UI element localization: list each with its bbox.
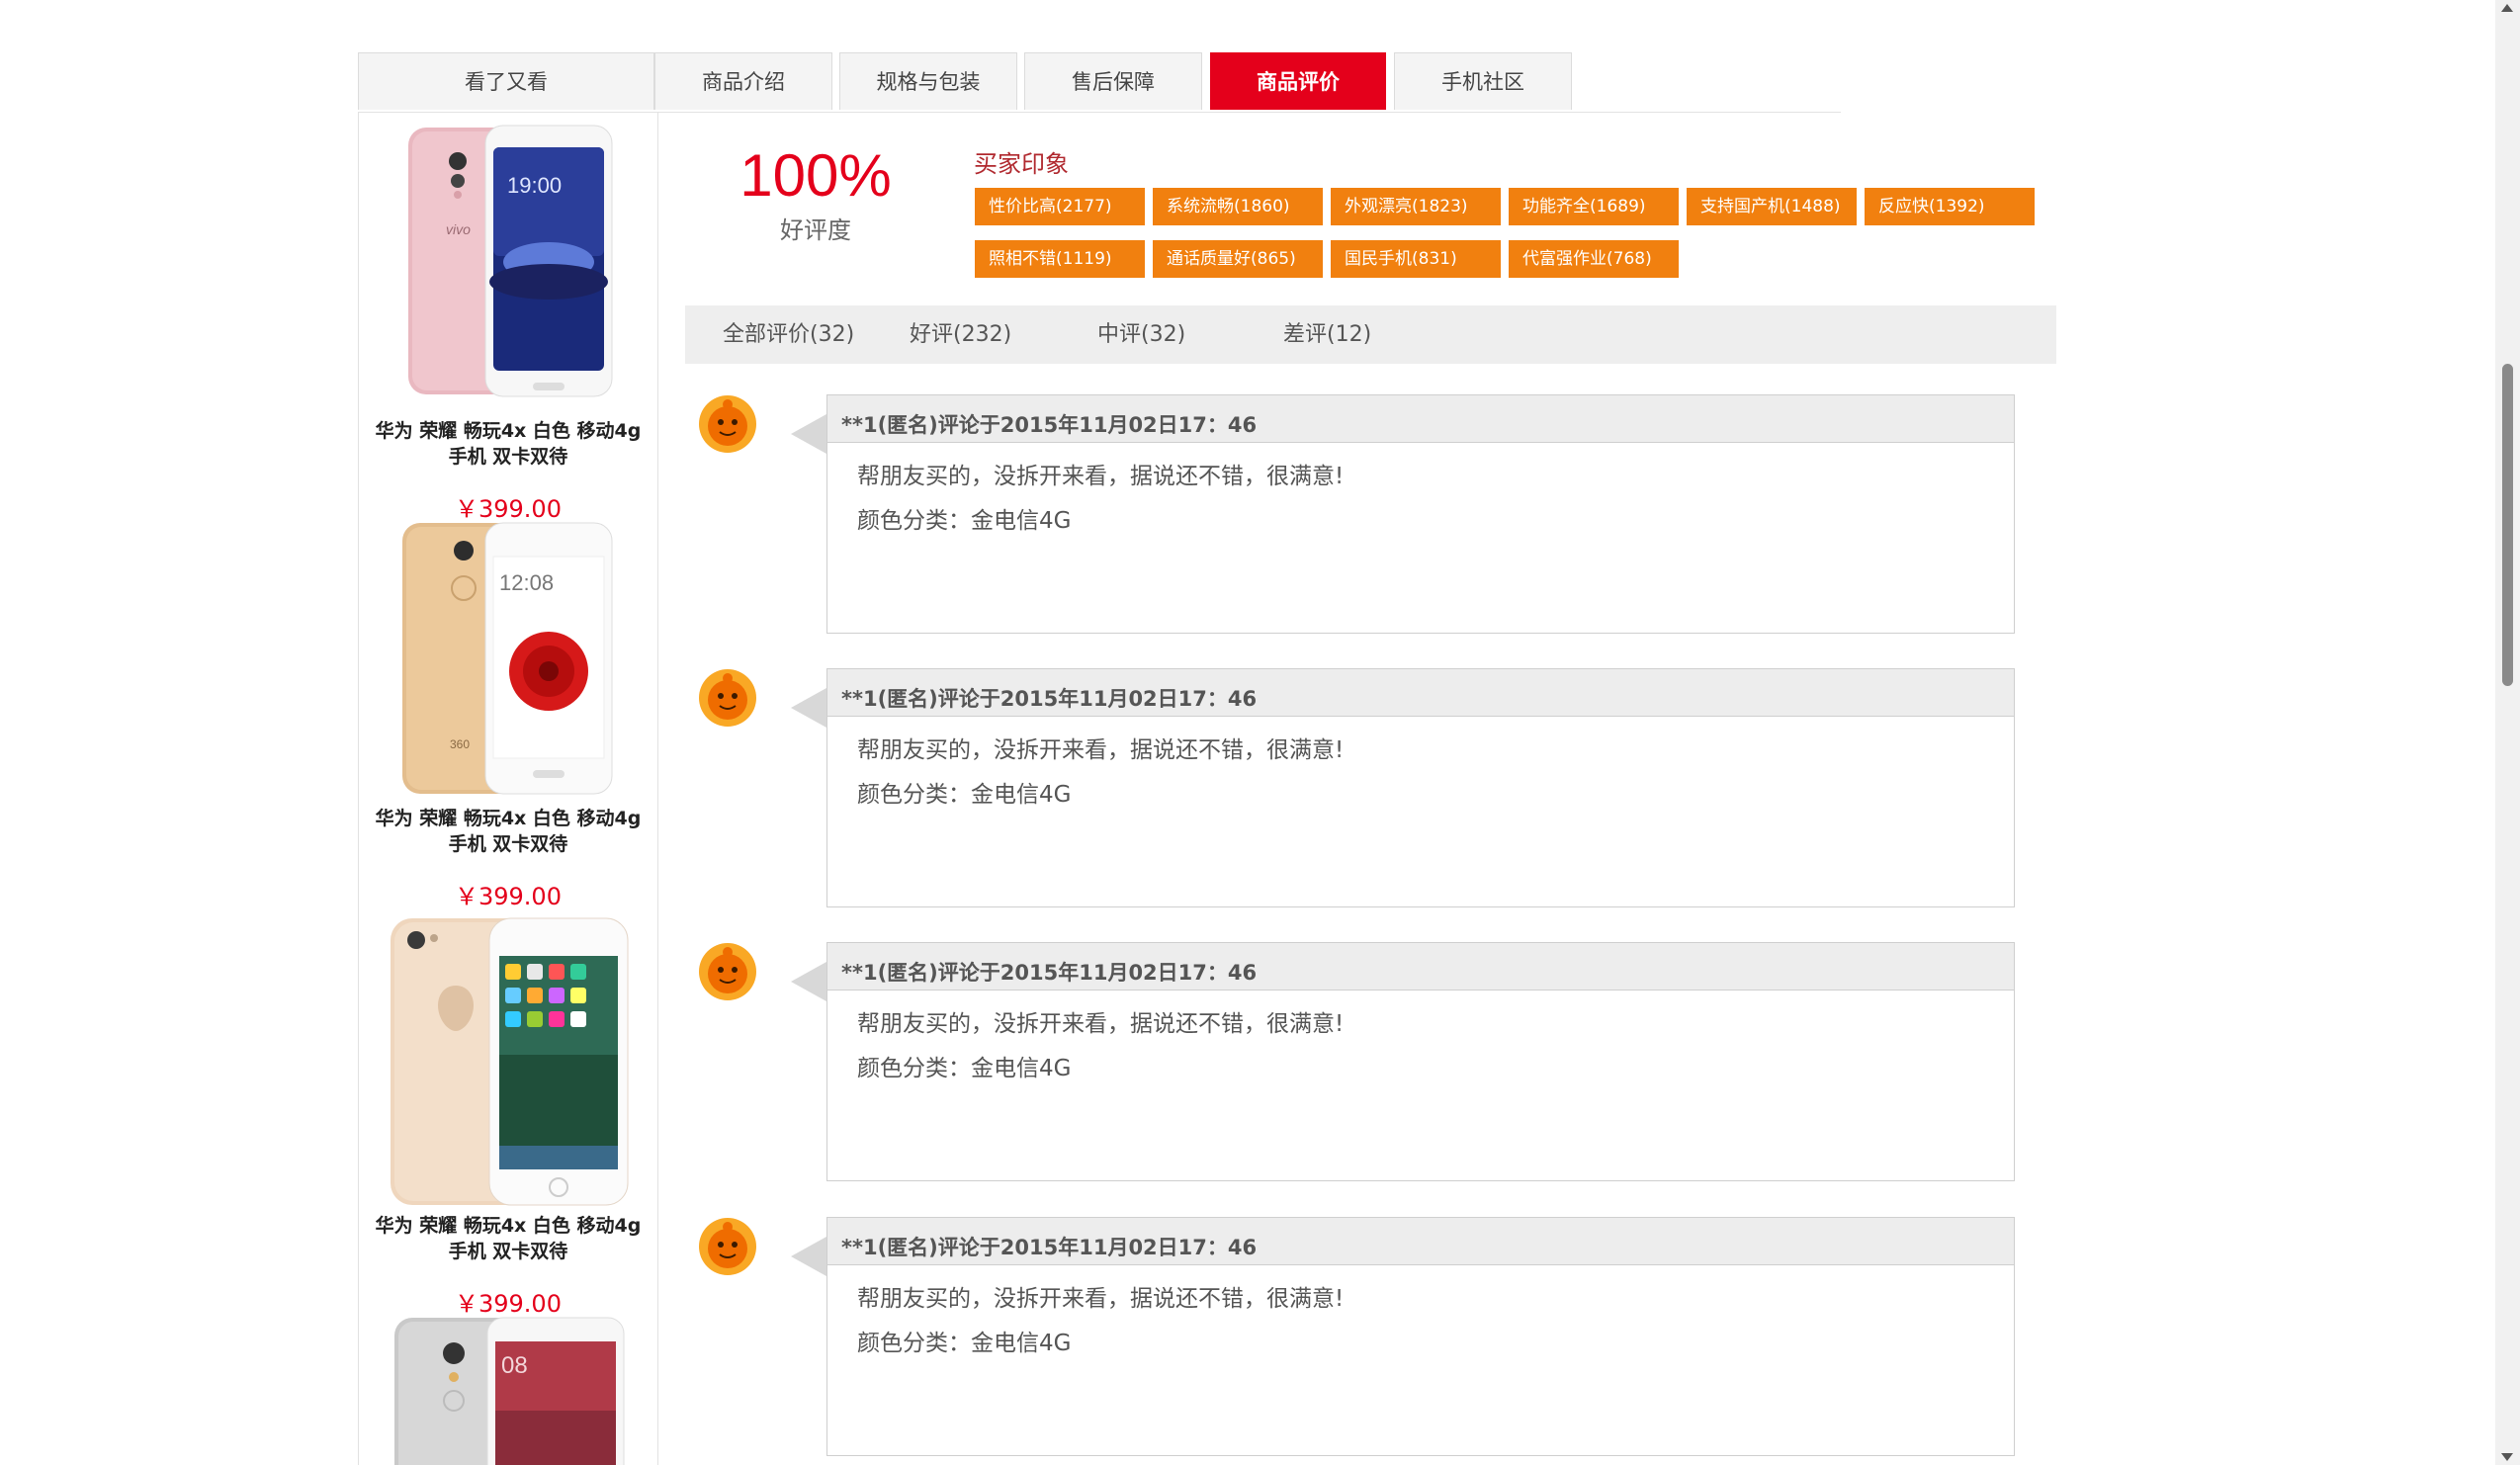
impression-tag[interactable]: 功能齐全(1689)	[1509, 188, 1679, 225]
review-text: 帮朋友买的，没拆开来看，据说还不错，很满意!	[857, 737, 1345, 763]
recommended-product[interactable]: 华为 荣耀 畅玩4x 白色 移动4g手机 双卡双待 ￥399.00	[359, 916, 657, 1318]
user-avatar-icon	[699, 395, 756, 453]
review-text: 帮朋友买的，没拆开来看，据说还不错，很满意!	[857, 1011, 1345, 1037]
filter-negative-reviews[interactable]: 差评(12)	[1283, 305, 1371, 364]
impression-tag[interactable]: 性价比高(2177)	[975, 188, 1145, 225]
filter-positive-reviews[interactable]: 好评(232)	[910, 305, 1011, 364]
filter-neutral-reviews[interactable]: 中评(32)	[1097, 305, 1185, 364]
user-avatar-icon	[699, 943, 756, 1000]
impression-tag[interactable]: 代富强作业(768)	[1509, 240, 1679, 278]
review-item: **1(匿名)评论于2015年11月02日17：46 帮朋友买的，没拆开来看，据…	[692, 942, 2017, 1184]
svg-text:19:00: 19:00	[507, 173, 562, 198]
scroll-up-arrow-icon[interactable]	[2501, 4, 2513, 12]
page-scrollbar[interactable]	[2495, 0, 2520, 1465]
tab-phone-community[interactable]: 手机社区	[1394, 52, 1572, 110]
product-name[interactable]: 华为 荣耀 畅玩4x 白色 移动4g手机 双卡双待	[369, 806, 648, 857]
product-name[interactable]: 华为 荣耀 畅玩4x 白色 移动4g手机 双卡双待	[369, 418, 648, 470]
tab-reviews[interactable]: 商品评价	[1210, 52, 1386, 110]
scroll-down-arrow-icon[interactable]	[2501, 1453, 2513, 1461]
review-color-variant: 颜色分类：金电信4G	[857, 508, 1072, 534]
positive-rate-label: 好评度	[780, 216, 851, 244]
svg-text:vivo: vivo	[446, 221, 471, 237]
review-pointer	[791, 1237, 826, 1276]
impression-tag[interactable]: 照相不错(1119)	[975, 240, 1145, 278]
user-avatar-icon	[699, 1218, 756, 1275]
review-box: **1(匿名)评论于2015年11月02日17：46 帮朋友买的，没拆开来看，据…	[826, 394, 2015, 634]
phone-image-icon[interactable]: 08	[391, 1316, 628, 1465]
review-text: 帮朋友买的，没拆开来看，据说还不错，很满意!	[857, 1286, 1345, 1312]
buyer-impressions-title: 买家印象	[974, 150, 1069, 178]
recommended-product[interactable]: vivo 19:00 华为 荣耀 畅玩4x 白色 移动4g手机 双卡双待 ￥39…	[359, 124, 657, 523]
review-header: **1(匿名)评论于2015年11月02日17：46	[827, 1218, 2014, 1265]
review-color-variant: 颜色分类：金电信4G	[857, 1056, 1072, 1081]
impression-tag[interactable]: 反应快(1392)	[1865, 188, 2035, 225]
recommended-product[interactable]: 08	[359, 1316, 657, 1465]
review-text: 帮朋友买的，没拆开来看，据说还不错，很满意!	[857, 464, 1345, 489]
review-filter-bar: 全部评价(32) 好评(232) 中评(32) 差评(12)	[685, 305, 2056, 364]
svg-text:360: 360	[450, 737, 470, 751]
review-item: **1(匿名)评论于2015年11月02日17：46 帮朋友买的，没拆开来看，据…	[692, 394, 2017, 637]
review-box: **1(匿名)评论于2015年11月02日17：46 帮朋友买的，没拆开来看，据…	[826, 668, 2015, 907]
phone-image-icon[interactable]: 360 12:08	[398, 521, 616, 798]
user-avatar-icon	[699, 669, 756, 727]
review-pointer	[791, 962, 826, 1001]
product-name[interactable]: 华为 荣耀 畅玩4x 白色 移动4g手机 双卡双待	[369, 1213, 648, 1264]
svg-text:08: 08	[501, 1352, 528, 1379]
review-color-variant: 颜色分类：金电信4G	[857, 1331, 1072, 1356]
impression-tag[interactable]: 支持国产机(1488)	[1687, 188, 1857, 225]
filter-all-reviews[interactable]: 全部评价(32)	[723, 305, 854, 364]
review-item: **1(匿名)评论于2015年11月02日17：46 帮朋友买的，没拆开来看，据…	[692, 668, 2017, 910]
product-price: ￥399.00	[455, 883, 562, 910]
review-pointer	[791, 414, 826, 454]
recommended-product[interactable]: 360 12:08 华为 荣耀 畅玩4x 白色 移动4g手机 双卡双待 ￥399…	[359, 521, 657, 910]
review-header: **1(匿名)评论于2015年11月02日17：46	[827, 669, 2014, 717]
review-pointer	[791, 688, 826, 728]
phone-image-icon[interactable]	[387, 916, 632, 1207]
review-header: **1(匿名)评论于2015年11月02日17：46	[827, 943, 2014, 991]
impression-tag[interactable]: 国民手机(831)	[1331, 240, 1501, 278]
review-header: **1(匿名)评论于2015年11月02日17：46	[827, 395, 2014, 443]
tab-after-sales[interactable]: 售后保障	[1024, 52, 1202, 110]
positive-rate-percent: 100%	[739, 142, 892, 209]
svg-text:12:08: 12:08	[499, 570, 554, 595]
review-box: **1(匿名)评论于2015年11月02日17：46 帮朋友买的，没拆开来看，据…	[826, 942, 2015, 1181]
impression-tag[interactable]: 系统流畅(1860)	[1153, 188, 1323, 225]
review-item: **1(匿名)评论于2015年11月02日17：46 帮朋友买的，没拆开来看，据…	[692, 1217, 2017, 1459]
tab-specs-packaging[interactable]: 规格与包装	[839, 52, 1017, 110]
impression-tag[interactable]: 通话质量好(865)	[1153, 240, 1323, 278]
scrollbar-thumb[interactable]	[2502, 364, 2513, 686]
review-box: **1(匿名)评论于2015年11月02日17：46 帮朋友买的，没拆开来看，据…	[826, 1217, 2015, 1456]
tab-product-intro[interactable]: 商品介绍	[654, 52, 832, 110]
recommendation-sidebar: vivo 19:00 华为 荣耀 畅玩4x 白色 移动4g手机 双卡双待 ￥39…	[358, 112, 658, 1465]
product-price: ￥399.00	[455, 495, 562, 523]
product-price: ￥399.00	[455, 1290, 562, 1318]
detail-tab-bar: 看了又看 商品介绍 规格与包装 售后保障 商品评价 手机社区	[358, 52, 1841, 113]
phone-image-icon[interactable]: vivo 19:00	[398, 124, 616, 400]
impression-tag[interactable]: 外观漂亮(1823)	[1331, 188, 1501, 225]
product-detail-page: 看了又看 商品介绍 规格与包装 售后保障 商品评价 手机社区 vivo 19:0…	[0, 0, 2520, 1465]
tab-see-more[interactable]: 看了又看	[358, 52, 654, 110]
review-color-variant: 颜色分类：金电信4G	[857, 782, 1072, 808]
